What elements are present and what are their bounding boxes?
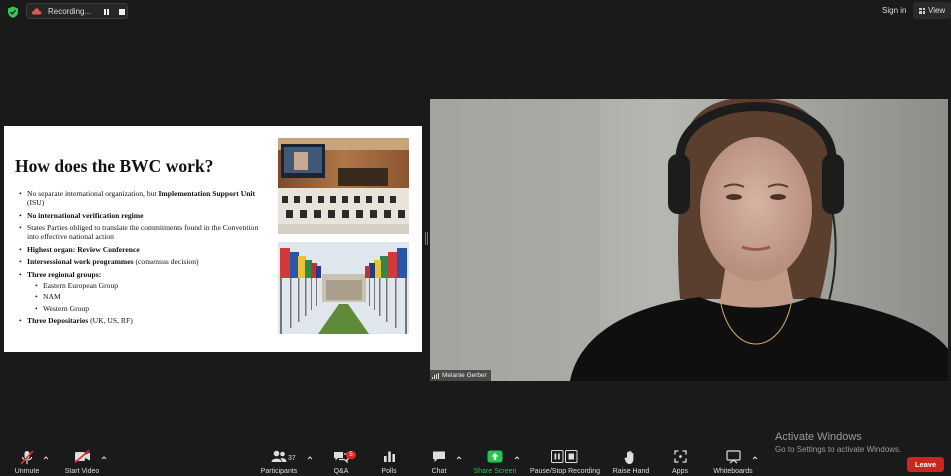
raise-hand-icon[interactable]	[624, 450, 637, 465]
pause-stop-recording-button[interactable]: Pause/Stop Recording	[530, 468, 600, 475]
chat-icon[interactable]	[432, 450, 446, 463]
bullet-text: States Parties obliged to translate the …	[27, 223, 259, 242]
participant-name-tag: Melanie Gerber	[430, 370, 491, 381]
sub-bullet-item: Western Group	[27, 304, 259, 313]
bullet-item: Intersessional work programmes (consensu…	[19, 257, 259, 266]
raise-hand-button[interactable]: Raise Hand	[613, 468, 650, 475]
audio-options-chevron-icon[interactable]	[43, 455, 49, 461]
recording-label: Recording...	[48, 6, 92, 16]
leave-button[interactable]: Leave	[907, 457, 944, 472]
polls-icon[interactable]	[383, 450, 396, 463]
apps-icon[interactable]	[674, 450, 687, 463]
slide-title: How does the BWC work?	[15, 156, 214, 176]
bullet-bold: Implementation Support Unit	[158, 189, 256, 198]
view-button[interactable]: View	[913, 2, 951, 19]
bullet-text: (UK, US, RF)	[88, 316, 133, 326]
bullet-item: No separate international organization, …	[19, 189, 259, 207]
participant-video	[430, 99, 948, 381]
participants-button[interactable]: Participants	[261, 468, 298, 475]
start-video-button[interactable]: Start Video	[65, 468, 100, 475]
participant-count: 37	[288, 455, 296, 462]
chat-options-chevron-icon[interactable]	[456, 455, 462, 461]
bullet-text: (ISU)	[27, 198, 45, 208]
polls-button[interactable]: Polls	[381, 468, 396, 475]
video-off-icon[interactable]	[74, 450, 91, 463]
grid-view-icon	[919, 7, 925, 14]
stop-recording-button[interactable]	[119, 9, 125, 15]
qa-notification-badge: 5	[346, 451, 356, 459]
view-label: View	[928, 6, 946, 15]
watermark-title: Activate Windows	[775, 431, 862, 443]
bullet-bold: Three regional groups:	[27, 269, 102, 279]
bullet-text: (consensus decision)	[133, 257, 199, 267]
share-screen-button[interactable]: Share Screen	[474, 468, 517, 475]
sub-bullet-item: Eastern European Group	[27, 281, 259, 290]
sub-bullet-item: NAM	[27, 292, 259, 301]
participants-options-chevron-icon[interactable]	[307, 455, 313, 461]
muted-microphone-icon[interactable]	[20, 450, 34, 465]
shared-screen-slide: How does the BWC work? No separate inter…	[4, 126, 422, 352]
share-screen-icon[interactable]	[487, 450, 503, 463]
whiteboards-button[interactable]: Whiteboards	[713, 468, 752, 475]
sign-in-button[interactable]: Sign in	[876, 2, 912, 19]
pause-recording-button[interactable]	[104, 9, 109, 15]
share-options-chevron-icon[interactable]	[514, 455, 520, 461]
video-options-chevron-icon[interactable]	[101, 455, 107, 461]
bullet-item: Highest organ: Review Conference	[19, 245, 259, 254]
activate-windows-watermark: Activate Windows Go to Settings to activ…	[775, 431, 901, 454]
bullet-item: Three regional groups: Eastern European …	[19, 270, 259, 313]
unmute-button[interactable]: Unmute	[15, 468, 40, 475]
resize-handle[interactable]	[425, 232, 428, 245]
recording-indicator: Recording...	[26, 3, 128, 19]
bullet-item: States Parties obliged to translate the …	[19, 223, 259, 241]
sub-bullet-list: Eastern European Group NAM Western Group	[27, 281, 259, 313]
security-shield-icon[interactable]	[7, 6, 19, 18]
bullet-bold: Three Depositaries	[27, 316, 89, 326]
slide-bullet-list: No separate international organization, …	[19, 189, 259, 329]
bullet-item: Three Depositaries (UK, US, RF)	[19, 316, 259, 325]
chat-button[interactable]: Chat	[432, 468, 447, 475]
flags-plaza-photo	[278, 242, 409, 334]
bullet-bold: No international verification regime	[27, 210, 144, 220]
conference-hall-photo	[278, 138, 409, 234]
signal-strength-icon	[432, 372, 439, 379]
whiteboards-icon[interactable]	[726, 450, 741, 464]
bullet-bold: Highest organ: Review Conference	[27, 244, 140, 254]
apps-button[interactable]: Apps	[672, 468, 688, 475]
participant-name: Melanie Gerber	[442, 372, 487, 379]
participants-icon[interactable]	[271, 450, 287, 463]
watermark-subtitle: Go to Settings to activate Windows.	[775, 445, 902, 454]
bullet-item: No international verification regime	[19, 211, 259, 220]
whiteboards-options-chevron-icon[interactable]	[752, 455, 758, 461]
bullet-bold: Intersessional work programmes	[27, 257, 134, 267]
bullet-text: No separate international organization, …	[27, 189, 159, 198]
qa-button[interactable]: Q&A	[334, 468, 349, 475]
pause-stop-recording-icon[interactable]	[551, 450, 578, 463]
cloud-recording-icon	[31, 8, 42, 15]
